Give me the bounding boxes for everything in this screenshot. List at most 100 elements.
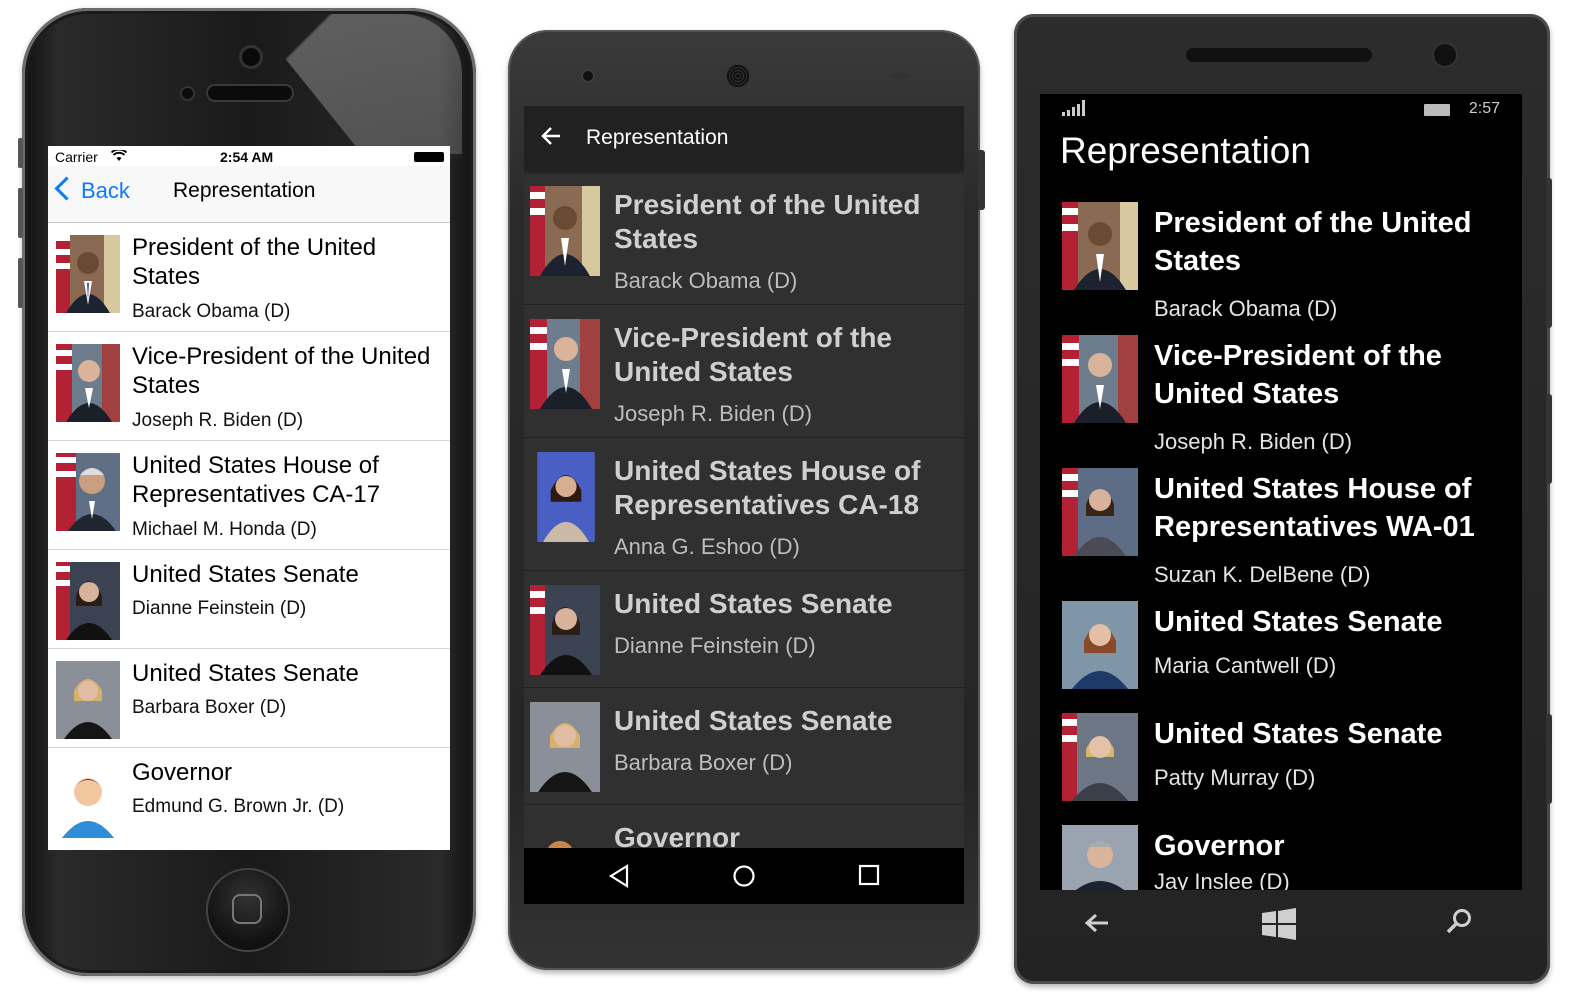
earpiece-speaker [208,86,292,100]
office-title: President of the United States [1154,207,1472,277]
list-item[interactable]: Vice-President of the United States Jose… [48,332,450,441]
office-title: United States House of Representatives C… [132,452,381,508]
list-item[interactable]: United States Senate Patty Murray (D) [1040,713,1522,825]
nav-recents-icon[interactable] [858,864,880,893]
office-title: United States House of Representatives W… [1154,473,1475,543]
battery-icon [1424,104,1450,116]
list-item[interactable]: Governor Jay Inslee (D) [1040,825,1522,890]
portrait-photo [56,344,120,422]
ios-navigation-bar: Back Representation [48,166,450,223]
list-item[interactable]: United States House of Representatives C… [524,438,964,571]
portrait-photo [536,452,596,542]
representative-name: Barack Obama (D) [614,268,798,293]
iphone-device: Carrier 2:54 AM Back Representation Pres… [18,8,476,976]
list-item[interactable]: United States Senate Dianne Feinstein (D… [524,571,964,688]
ios-screen: Carrier 2:54 AM Back Representation Pres… [48,146,450,850]
page-title: Representation [173,179,316,202]
representative-name: Maria Cantwell (D) [1154,653,1337,678]
volume-up-button [18,188,23,238]
office-title: Vice-President of the United States [1154,340,1442,410]
android-navigation-bar [524,848,964,904]
android-screen: Representation President of the United S… [524,106,964,904]
list-item[interactable]: President of the United States Barack Ob… [48,223,450,332]
portrait-photo [1062,825,1138,890]
representative-name: Barbara Boxer (D) [132,697,287,718]
list-item[interactable]: Governor Edmund G. Brown Jr. (D) [48,748,450,850]
office-title: United States Senate [614,588,893,619]
office-title: United States Senate [132,561,359,588]
list-item[interactable]: United States Senate Dianne Feinstein (D… [48,550,450,649]
representative-name: Barack Obama (D) [1154,296,1338,321]
representative-name: Joseph R. Biden (D) [132,410,304,431]
office-title: Vice-President of the United States [614,322,893,387]
camera-button [1546,714,1552,804]
search-icon[interactable] [1446,908,1472,942]
power-button [978,150,985,210]
representative-name: Suzan K. DelBene (D) [1154,562,1371,587]
list-item[interactable]: President of the United States Barack Ob… [524,172,964,305]
list-item[interactable]: Vice-President of the United States Jose… [1040,335,1522,468]
representative-name: Anna G. Eshoo (D) [614,534,800,559]
representative-name: Jay Inslee (D) [1154,869,1290,890]
office-title: United States Senate [132,660,359,687]
ios-status-bar: Carrier 2:54 AM [48,146,450,166]
portrait-photo [56,453,120,531]
portrait-photo [530,319,600,409]
nav-back-icon[interactable] [1084,908,1110,942]
android-app-bar: Representation [524,106,964,170]
back-button[interactable]: Back [81,178,130,204]
mute-switch [18,138,23,168]
android-device: Representation President of the United S… [508,30,985,970]
battery-icon [414,152,444,162]
office-title: President of the United States [614,189,921,254]
earpiece-speaker [726,64,750,88]
page-title: Representation [586,126,729,149]
representative-name: Patty Murray (D) [1154,765,1316,790]
home-button-icon [232,894,262,924]
arrow-back-icon[interactable] [540,122,562,154]
carrier-label: Carrier [55,149,98,165]
portrait-photo [56,562,120,640]
list-item[interactable]: United States House of Representatives W… [1040,468,1522,601]
portrait-photo [56,235,120,313]
list-item[interactable]: United States Senate Maria Cantwell (D) [1040,601,1522,713]
office-title: United States House of Representatives C… [614,455,921,520]
windows-phone-device: 2:57 Representation President of the Uni… [1014,14,1552,984]
nav-home-icon[interactable] [732,864,756,895]
office-title: Governor [1154,830,1285,862]
list-item[interactable]: President of the United States Barack Ob… [1040,202,1522,335]
portrait-photo [530,702,600,792]
front-camera [583,71,593,81]
status-time: 2:54 AM [220,149,274,165]
portrait-photo [1062,601,1138,689]
wp-status-bar: 2:57 [1040,98,1522,122]
representative-name: Joseph R. Biden (D) [1154,429,1353,454]
representative-name: Joseph R. Biden (D) [614,401,813,426]
earpiece-speaker [1186,48,1372,62]
status-time: 2:57 [1468,100,1500,117]
nav-back-icon[interactable] [608,864,630,895]
list-item[interactable]: United States Senate Barbara Boxer (D) [48,649,450,748]
volume-down-button [18,258,23,308]
office-title: United States Senate [614,705,893,736]
office-title: United States Senate [1154,718,1443,750]
windows-screen: 2:57 Representation President of the Uni… [1040,94,1522,890]
volume-button [1546,178,1552,328]
list-item[interactable]: United States House of Representatives C… [48,441,450,550]
portrait-photo [530,186,600,276]
windows-logo-icon[interactable] [1262,908,1296,948]
front-camera [242,48,260,66]
page-title: Representation [1060,130,1311,171]
portrait-photo [1062,335,1138,423]
default-avatar-icon [56,764,120,842]
wp-navigation-bar [1040,894,1522,970]
office-title: Governor [132,759,233,786]
portrait-photo [1062,468,1138,556]
office-title: President of the United States [132,234,377,290]
list-item[interactable]: United States Senate Barbara Boxer (D) [524,688,964,805]
portrait-photo [1062,713,1138,801]
representative-name: Edmund G. Brown Jr. (D) [132,796,345,817]
back-chevron-icon[interactable] [54,176,79,201]
list-item[interactable]: Vice-President of the United States Jose… [524,305,964,438]
proximity-sensor [182,88,193,99]
